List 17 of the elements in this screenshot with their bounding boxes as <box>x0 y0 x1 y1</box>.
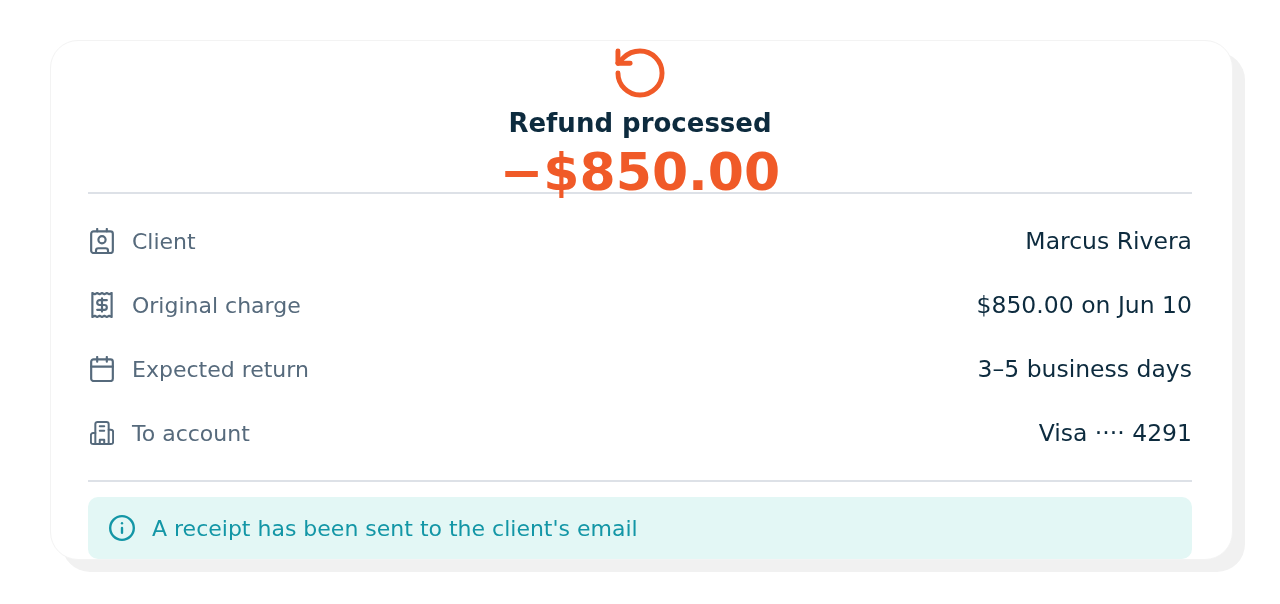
info-icon <box>109 515 135 541</box>
refund-amount: −$850.00 <box>499 146 781 198</box>
refund-title: Refund processed <box>508 108 772 138</box>
detail-value: Marcus Rivera <box>1025 227 1192 255</box>
id-badge-icon <box>90 228 114 254</box>
calendar-icon <box>90 356 114 382</box>
receipt-icon <box>90 292 114 318</box>
detail-value: $850.00 on Jun 10 <box>976 291 1192 319</box>
detail-label: Expected return <box>132 356 309 382</box>
detail-value: Visa ···· 4291 <box>1038 419 1192 447</box>
detail-label: To account <box>132 420 250 446</box>
detail-label: Client <box>132 228 196 254</box>
detail-value: 3–5 business days <box>977 355 1192 383</box>
circular-arrow-icon <box>615 48 665 98</box>
building-icon <box>90 420 114 446</box>
detail-label: Original charge <box>132 292 301 318</box>
notice-text: A receipt has been sent to the client's email <box>152 515 638 541</box>
